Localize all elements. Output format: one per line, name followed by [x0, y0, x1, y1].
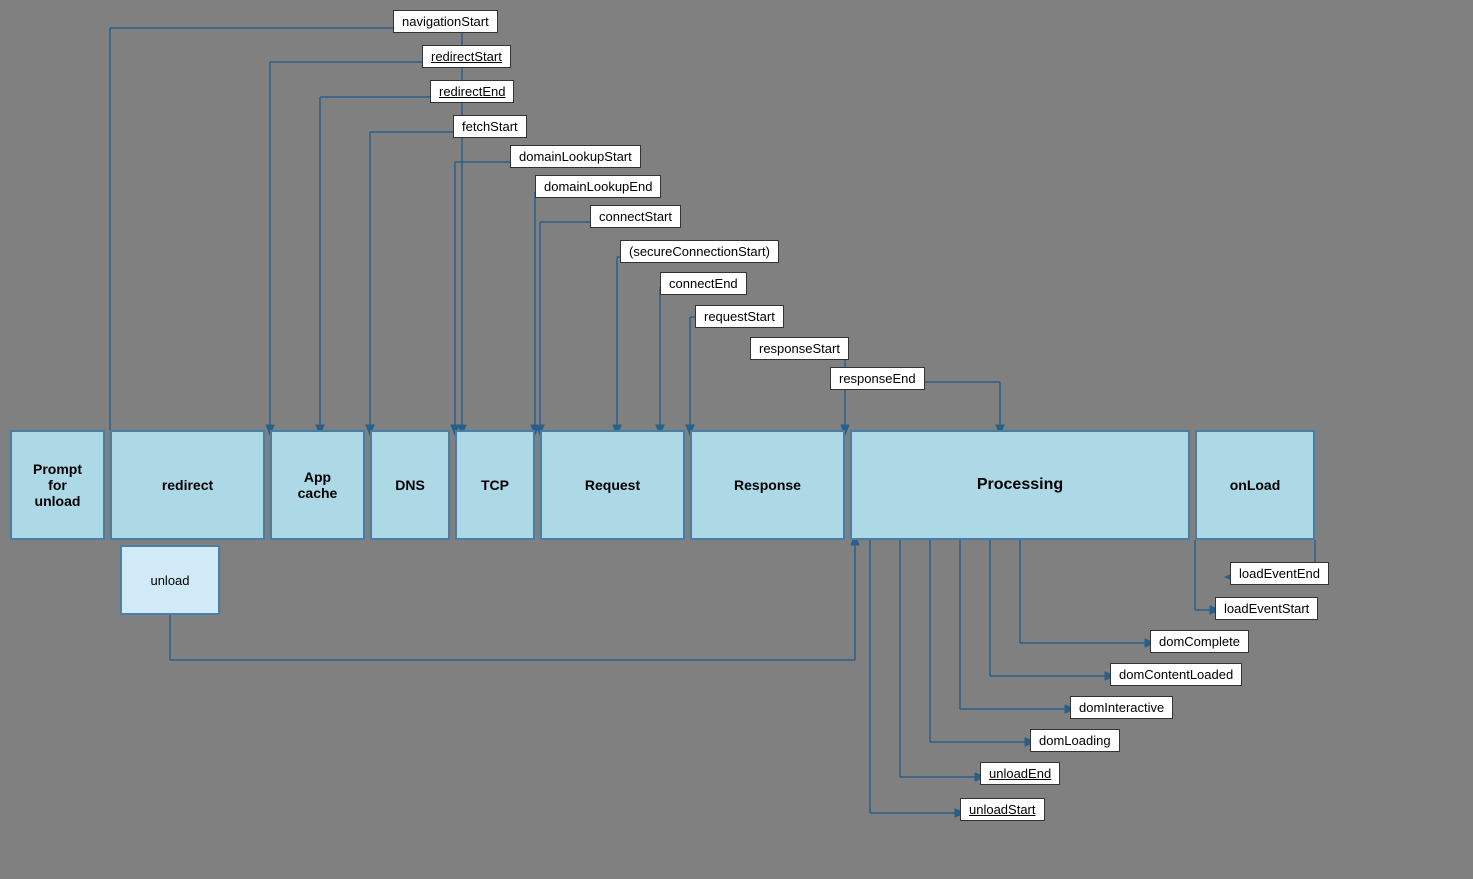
tcp-box: TCP	[455, 430, 535, 540]
label-domLoading: domLoading	[1030, 729, 1120, 752]
label-domainLookupEnd: domainLookupEnd	[535, 175, 661, 198]
label-secureConnectionStart: (secureConnectionStart)	[620, 240, 779, 263]
onload-box: onLoad	[1195, 430, 1315, 540]
label-requestStart: requestStart	[695, 305, 784, 328]
prompt-box: Prompt for unload	[10, 430, 105, 540]
label-domContentLoaded: domContentLoaded	[1110, 663, 1242, 686]
label-domComplete: domComplete	[1150, 630, 1249, 653]
label-connectStart: connectStart	[590, 205, 681, 228]
label-responseStart: responseStart	[750, 337, 849, 360]
label-connectEnd: connectEnd	[660, 272, 747, 295]
label-loadEventStart: loadEventStart	[1215, 597, 1318, 620]
request-box: Request	[540, 430, 685, 540]
label-unloadEnd: unloadEnd	[980, 762, 1060, 785]
redirect-box: redirect	[110, 430, 265, 540]
unload-box: unload	[120, 545, 220, 615]
response-box: Response	[690, 430, 845, 540]
label-redirectEnd: redirectEnd	[430, 80, 514, 103]
label-loadEventEnd: loadEventEnd	[1230, 562, 1329, 585]
label-unloadStart: unloadStart	[960, 798, 1045, 821]
label-domainLookupStart: domainLookupStart	[510, 145, 641, 168]
dns-box: DNS	[370, 430, 450, 540]
label-responseEnd: responseEnd	[830, 367, 925, 390]
diagram: Prompt for unload redirect App cache DNS…	[0, 0, 1473, 879]
label-navigationStart: navigationStart	[393, 10, 498, 33]
processing-box: Processing	[850, 430, 1190, 540]
label-fetchStart: fetchStart	[453, 115, 527, 138]
label-redirectStart: redirectStart	[422, 45, 511, 68]
label-domInteractive: domInteractive	[1070, 696, 1173, 719]
appcache-box: App cache	[270, 430, 365, 540]
